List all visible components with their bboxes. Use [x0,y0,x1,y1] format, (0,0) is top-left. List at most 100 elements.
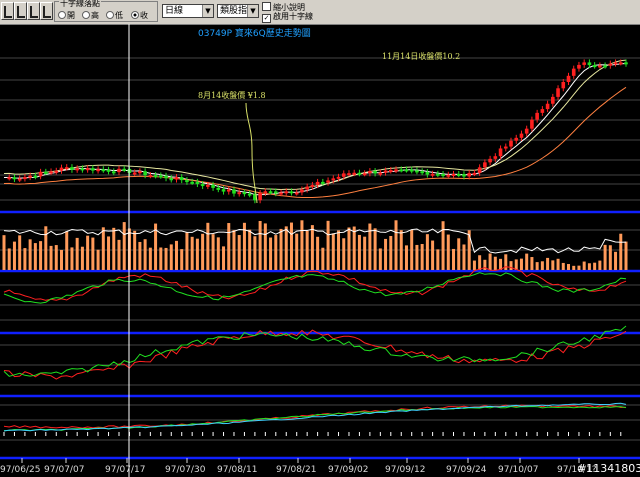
candle-body [80,168,85,171]
candle-body [467,173,471,177]
volume-bar [608,245,612,270]
candle-body [268,191,273,194]
candle-body [404,169,409,172]
volume-bar [561,262,565,270]
candle-body [117,168,121,173]
volume-bar [216,237,220,270]
x-tick-label: 97/07/30 [165,465,206,475]
volume-bar [321,247,325,270]
candle-body [545,103,550,110]
candle-body [415,170,419,173]
candle-body [441,174,445,177]
volume-bar [619,233,623,270]
volume-bar [540,261,544,270]
candle-body [488,158,492,163]
candle-body [352,172,357,175]
volume-bar [357,234,361,270]
volume-bar [138,241,142,270]
volume-bar [446,234,450,270]
volume-bar [211,234,215,270]
candle-body [530,119,534,129]
volume-bar [478,255,482,270]
candle-body [587,62,592,66]
candle-body [483,162,487,168]
candle-body [33,175,38,178]
candle-body [425,171,430,175]
volume-bar [169,244,173,270]
candle-body [49,171,53,174]
volume-bar [373,228,377,270]
candle-body [347,173,351,176]
volume-bar [59,249,63,270]
volume-bar [425,234,429,270]
candle-body [242,192,247,195]
candle-body [138,171,142,174]
candle-body [577,64,581,69]
candle-body [535,112,539,120]
volume-bar [567,264,571,270]
chevron-down-icon: ▼ [247,5,258,17]
candle-body [54,170,59,173]
volume-bar [556,258,560,270]
candle-body [556,88,560,97]
candle-body [132,172,137,175]
volume-bar [39,241,43,270]
candle-body [383,170,388,173]
candle-body [357,172,362,175]
tool-button-1[interactable] [1,2,14,20]
volume-bar [274,235,278,270]
tool-button-2[interactable] [14,2,27,20]
crosshair-checkbox[interactable]: ✓ 啟用十字線 [262,12,313,23]
candle-body [247,193,252,196]
radio-high[interactable]: 高 [82,11,99,21]
candle-body [503,146,508,149]
tool-button-4[interactable] [40,2,53,20]
candle-body [216,187,221,190]
volume-bar [436,249,440,270]
volume-bar [80,246,84,270]
x-tick-label: 97/10/07 [498,465,538,475]
candle-body [284,191,289,194]
candle-body [153,175,158,178]
candle-body [462,174,466,177]
volume-bar [614,251,618,270]
x-tick-label: 97/09/02 [328,465,368,475]
candle-body [524,128,529,134]
volume-bar [96,249,100,270]
volume-bar [410,229,414,270]
candle-body [300,189,304,193]
radio-close[interactable]: 收 [131,11,148,21]
x-tick-label: 97/09/12 [385,465,425,475]
tool-button-3[interactable] [27,2,40,20]
volume-bar [70,247,74,270]
volume-bar [237,235,241,270]
volume-bar [49,245,53,270]
candle-body [294,192,299,195]
candle-body [336,176,341,179]
volume-bar [75,237,79,270]
chart-tool-icon [17,6,25,18]
candle-body [211,184,215,188]
radio-open[interactable]: 開 [58,11,75,21]
volume-bar [394,220,398,270]
radio-low[interactable]: 低 [106,11,123,21]
volume-bar [582,261,586,270]
indicator-select[interactable]: 類股指數 ▼ [217,4,259,18]
period-select[interactable]: 日線 ▼ [162,4,214,18]
stock-chart[interactable]: 03749P 寶來6Q歷史走勢圖 8月14收盤價 ¥1.8 11月14日收盤價1… [0,24,640,477]
candle-body [551,96,555,104]
low-annotation: 8月14收盤價 ¥1.8 [198,90,266,100]
ma-long-line [3,86,627,199]
candle-body [341,173,346,177]
candle-body [436,173,440,176]
volume-bar [525,253,529,270]
x-tick-label: 97/08/21 [276,465,316,475]
volume-bar [593,262,597,270]
candle-body [91,168,95,171]
volume-bar [258,220,262,270]
volume-bar [452,248,456,270]
candle-body [368,171,372,174]
candle-body [305,186,309,190]
candle-body [85,168,90,171]
candle-body [613,62,618,65]
